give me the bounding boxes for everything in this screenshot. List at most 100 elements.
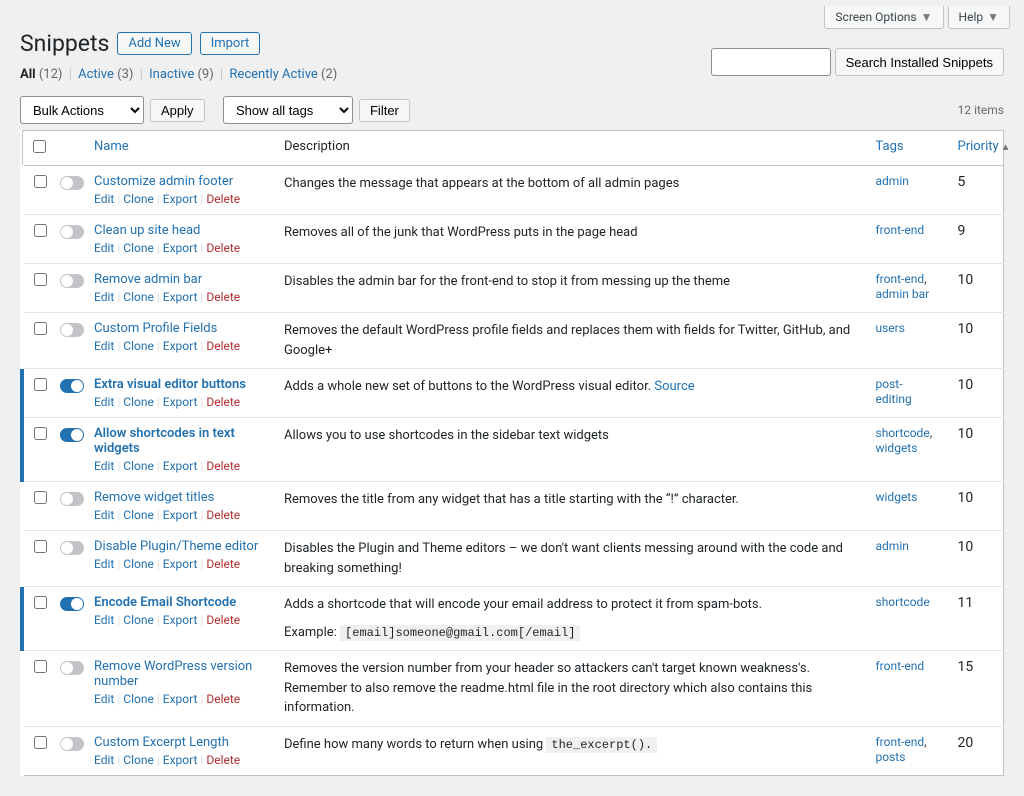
col-tags[interactable]: Tags <box>876 139 904 154</box>
tag-link[interactable]: admin <box>876 174 909 188</box>
snippet-title-link[interactable]: Remove widget titles <box>94 490 264 505</box>
filter-all[interactable]: All <box>20 67 36 82</box>
clone-link[interactable]: Clone <box>123 241 154 255</box>
snippet-title-link[interactable]: Custom Excerpt Length <box>94 735 264 750</box>
activate-toggle[interactable] <box>60 737 84 751</box>
clone-link[interactable]: Clone <box>123 613 154 627</box>
row-checkbox[interactable] <box>34 660 47 673</box>
edit-link[interactable]: Edit <box>94 692 114 706</box>
export-link[interactable]: Export <box>163 557 198 571</box>
export-link[interactable]: Export <box>163 753 198 767</box>
activate-toggle[interactable] <box>60 597 84 611</box>
clone-link[interactable]: Clone <box>123 692 154 706</box>
tag-link[interactable]: admin bar <box>876 287 930 301</box>
row-checkbox[interactable] <box>34 273 47 286</box>
tag-link[interactable]: front-end <box>876 223 925 237</box>
row-checkbox[interactable] <box>34 736 47 749</box>
tag-link[interactable]: users <box>876 321 905 335</box>
tag-link[interactable]: front-end <box>876 735 925 749</box>
row-checkbox[interactable] <box>34 378 47 391</box>
snippet-title-link[interactable]: Disable Plugin/Theme editor <box>94 539 264 554</box>
export-link[interactable]: Export <box>163 508 198 522</box>
row-checkbox[interactable] <box>34 427 47 440</box>
edit-link[interactable]: Edit <box>94 557 114 571</box>
snippet-title-link[interactable]: Clean up site head <box>94 223 264 238</box>
delete-link[interactable]: Delete <box>206 241 240 255</box>
edit-link[interactable]: Edit <box>94 459 114 473</box>
export-link[interactable]: Export <box>163 395 198 409</box>
delete-link[interactable]: Delete <box>206 339 240 353</box>
row-checkbox[interactable] <box>34 596 47 609</box>
clone-link[interactable]: Clone <box>123 395 154 409</box>
row-checkbox[interactable] <box>34 322 47 335</box>
export-link[interactable]: Export <box>163 192 198 206</box>
filter-active[interactable]: Active <box>78 67 114 82</box>
delete-link[interactable]: Delete <box>206 692 240 706</box>
tag-link[interactable]: front-end <box>876 659 925 673</box>
snippet-title-link[interactable]: Extra visual editor buttons <box>94 377 264 392</box>
edit-link[interactable]: Edit <box>94 508 114 522</box>
col-priority[interactable]: Priority▲ <box>958 139 1011 154</box>
edit-link[interactable]: Edit <box>94 241 114 255</box>
export-link[interactable]: Export <box>163 290 198 304</box>
tag-link[interactable]: admin <box>876 539 909 553</box>
tag-link[interactable]: widgets <box>876 490 918 504</box>
snippet-title-link[interactable]: Customize admin footer <box>94 174 264 189</box>
tag-link[interactable]: shortcode <box>876 426 930 440</box>
export-link[interactable]: Export <box>163 339 198 353</box>
bulk-actions-select[interactable]: Bulk Actions <box>20 96 144 124</box>
import-button[interactable]: Import <box>200 32 261 55</box>
export-link[interactable]: Export <box>163 459 198 473</box>
snippet-title-link[interactable]: Remove admin bar <box>94 272 264 287</box>
delete-link[interactable]: Delete <box>206 613 240 627</box>
export-link[interactable]: Export <box>163 613 198 627</box>
delete-link[interactable]: Delete <box>206 557 240 571</box>
activate-toggle[interactable] <box>60 323 84 337</box>
apply-button[interactable]: Apply <box>150 99 205 122</box>
help-tab[interactable]: Help▼ <box>948 6 1010 29</box>
delete-link[interactable]: Delete <box>206 290 240 304</box>
export-link[interactable]: Export <box>163 241 198 255</box>
row-checkbox[interactable] <box>34 175 47 188</box>
snippet-title-link[interactable]: Remove WordPress version number <box>94 659 264 689</box>
add-new-button[interactable]: Add New <box>117 32 191 55</box>
clone-link[interactable]: Clone <box>123 192 154 206</box>
tag-link[interactable]: front-end <box>876 272 925 286</box>
screen-options-tab[interactable]: Screen Options▼ <box>824 6 943 29</box>
delete-link[interactable]: Delete <box>206 459 240 473</box>
tag-link[interactable]: shortcode <box>876 595 930 609</box>
tag-link[interactable]: widgets <box>876 441 918 455</box>
col-name[interactable]: Name <box>94 139 129 154</box>
delete-link[interactable]: Delete <box>206 508 240 522</box>
delete-link[interactable]: Delete <box>206 753 240 767</box>
clone-link[interactable]: Clone <box>123 459 154 473</box>
row-checkbox[interactable] <box>34 540 47 553</box>
edit-link[interactable]: Edit <box>94 192 114 206</box>
row-checkbox[interactable] <box>34 491 47 504</box>
activate-toggle[interactable] <box>60 428 84 442</box>
activate-toggle[interactable] <box>60 661 84 675</box>
search-input[interactable] <box>711 48 831 76</box>
activate-toggle[interactable] <box>60 492 84 506</box>
activate-toggle[interactable] <box>60 541 84 555</box>
activate-toggle[interactable] <box>60 176 84 190</box>
delete-link[interactable]: Delete <box>206 192 240 206</box>
filter-button[interactable]: Filter <box>359 99 410 122</box>
edit-link[interactable]: Edit <box>94 395 114 409</box>
edit-link[interactable]: Edit <box>94 613 114 627</box>
snippet-title-link[interactable]: Encode Email Shortcode <box>94 595 264 610</box>
filter-inactive[interactable]: Inactive <box>149 67 194 82</box>
delete-link[interactable]: Delete <box>206 395 240 409</box>
tag-link[interactable]: post-editing <box>876 377 912 406</box>
filter-recently-active[interactable]: Recently Active <box>229 67 317 82</box>
edit-link[interactable]: Edit <box>94 290 114 304</box>
clone-link[interactable]: Clone <box>123 339 154 353</box>
clone-link[interactable]: Clone <box>123 557 154 571</box>
clone-link[interactable]: Clone <box>123 290 154 304</box>
clone-link[interactable]: Clone <box>123 753 154 767</box>
snippet-title-link[interactable]: Custom Profile Fields <box>94 321 264 336</box>
search-button[interactable]: Search Installed Snippets <box>835 48 1004 76</box>
source-link[interactable]: Source <box>654 379 694 394</box>
snippet-title-link[interactable]: Allow shortcodes in text widgets <box>94 426 264 456</box>
tag-link[interactable]: posts <box>876 750 906 764</box>
